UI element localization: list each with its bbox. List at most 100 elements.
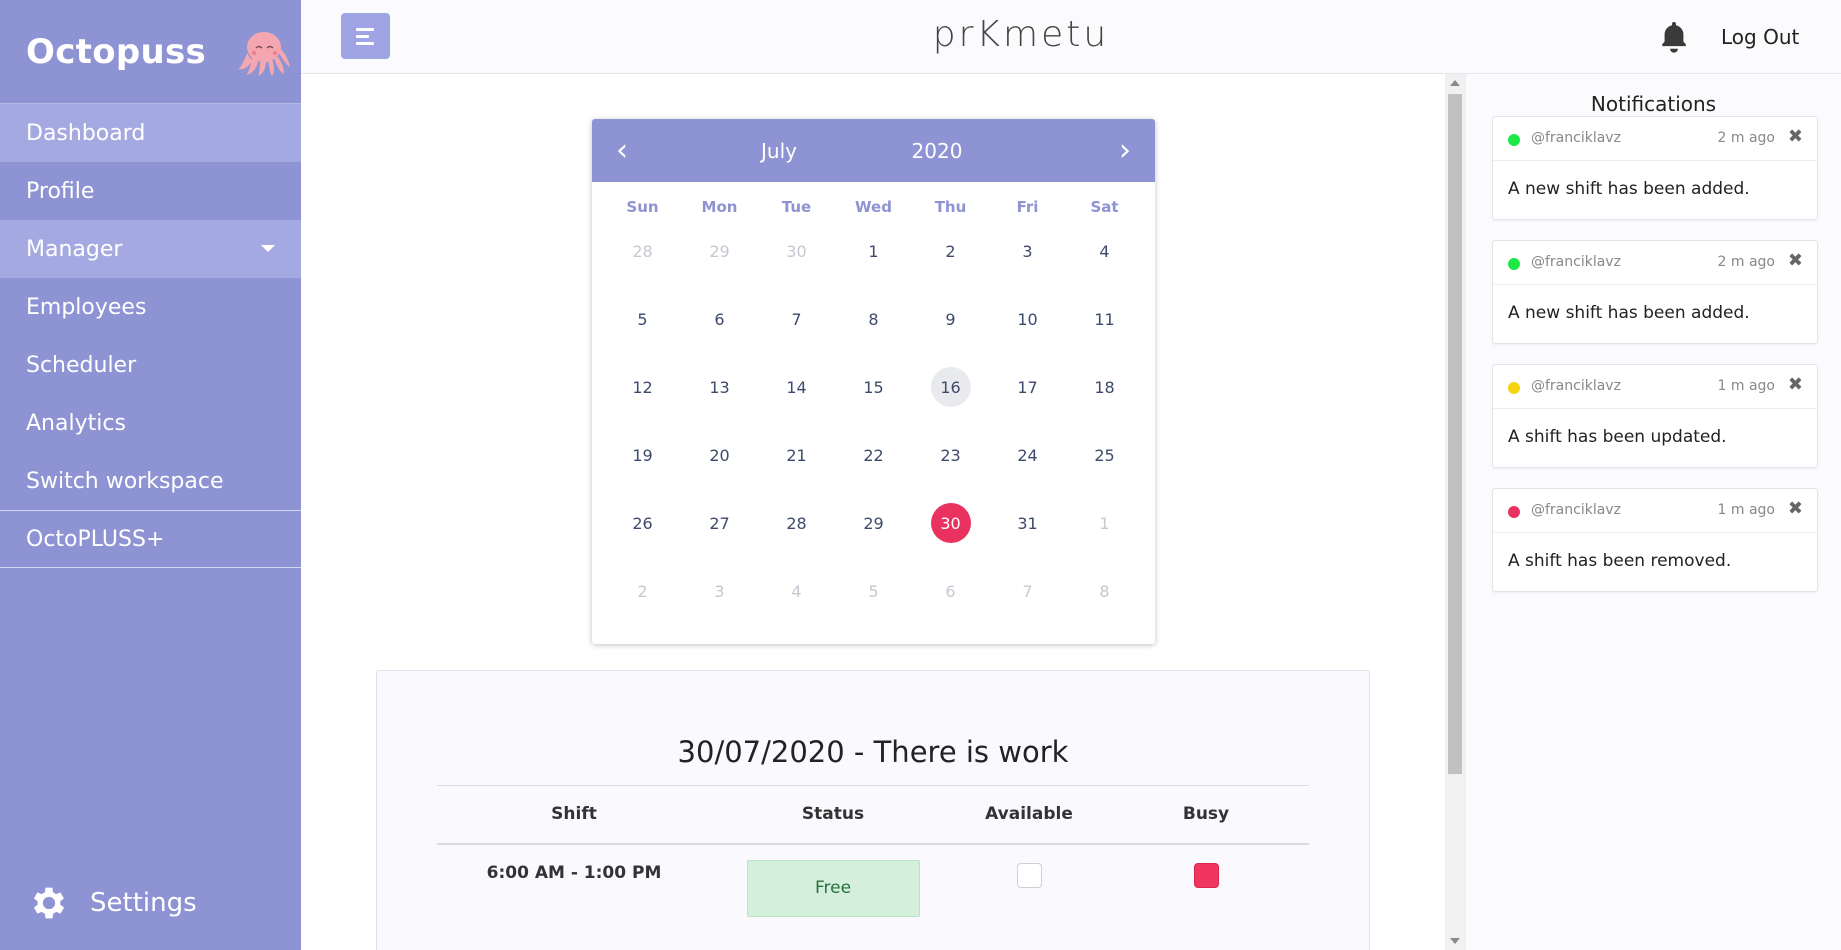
calendar-day[interactable]: 29 bbox=[681, 230, 758, 272]
sidebar-item-switch-workspace[interactable]: Switch workspace bbox=[0, 452, 301, 510]
notification-card: @franciklavz 1 m ago ✖ A shift has been … bbox=[1492, 488, 1818, 592]
sidebar-item-dashboard[interactable]: Dashboard bbox=[0, 104, 301, 162]
calendar-day[interactable]: 4 bbox=[1066, 230, 1143, 272]
column-header-status: Status bbox=[711, 785, 955, 845]
column-header-shift: Shift bbox=[437, 785, 711, 845]
calendar-day[interactable]: 30 bbox=[912, 502, 989, 544]
calendar-day[interactable]: 28 bbox=[758, 502, 835, 544]
calendar-day[interactable]: 6 bbox=[681, 298, 758, 340]
calendar-day-number: 16 bbox=[930, 367, 971, 407]
calendar-day[interactable]: 17 bbox=[989, 366, 1066, 408]
available-checkbox[interactable] bbox=[1016, 862, 1042, 888]
scroll-up-arrow-icon[interactable] bbox=[1450, 80, 1460, 86]
sidebar-item-manager[interactable]: Manager bbox=[0, 220, 301, 278]
calendar-day[interactable]: 2 bbox=[604, 570, 681, 612]
notification-user[interactable]: @franciklavz bbox=[1531, 254, 1621, 270]
calendar-day[interactable]: 6 bbox=[912, 570, 989, 612]
calendar-day[interactable]: 26 bbox=[604, 502, 681, 544]
calendar-day[interactable]: 4 bbox=[758, 570, 835, 612]
scroll-down-arrow-icon[interactable] bbox=[1450, 938, 1460, 944]
close-icon[interactable]: ✖ bbox=[1788, 374, 1803, 395]
sidebar-item-label: Switch workspace bbox=[26, 468, 224, 494]
scroll-thumb[interactable] bbox=[1448, 94, 1462, 774]
day-panel: 30/07/2020 - There is work Shift Status … bbox=[376, 670, 1370, 950]
sidebar-item-analytics[interactable]: Analytics bbox=[0, 394, 301, 452]
calendar-day[interactable]: 3 bbox=[681, 570, 758, 612]
calendar-month[interactable]: July bbox=[729, 139, 829, 163]
logout-button[interactable]: Log Out bbox=[1721, 25, 1799, 49]
calendar-day[interactable]: 27 bbox=[681, 502, 758, 544]
sidebar-item-scheduler[interactable]: Scheduler bbox=[0, 336, 301, 394]
calendar-day-number: 27 bbox=[709, 513, 730, 533]
calendar-day[interactable]: 11 bbox=[1066, 298, 1143, 340]
calendar-day[interactable]: 5 bbox=[835, 570, 912, 612]
sidebar-item-profile[interactable]: Profile bbox=[0, 162, 301, 220]
shift-table: Shift Status Available Busy 6:00 AM - 1:… bbox=[437, 785, 1309, 917]
notification-message: A new shift has been added. bbox=[1508, 303, 1750, 323]
busy-checkbox[interactable] bbox=[1193, 862, 1219, 888]
weekday-label: Thu bbox=[934, 198, 967, 216]
shift-time: 6:00 AM - 1:00 PM bbox=[486, 862, 662, 883]
notification-user[interactable]: @franciklavz bbox=[1531, 378, 1621, 394]
calendar-year[interactable]: 2020 bbox=[892, 139, 982, 163]
close-icon[interactable]: ✖ bbox=[1788, 498, 1803, 519]
prev-month-button[interactable]: ‹ bbox=[616, 133, 628, 168]
status-badge[interactable]: Free bbox=[746, 859, 920, 917]
next-month-button[interactable]: › bbox=[1119, 133, 1131, 168]
notification-user[interactable]: @franciklavz bbox=[1531, 502, 1621, 518]
calendar-day[interactable]: 12 bbox=[604, 366, 681, 408]
calendar-day[interactable]: 3 bbox=[989, 230, 1066, 272]
sidebar-item-octopluss[interactable]: OctoPLUSS+ bbox=[0, 510, 301, 568]
calendar-day[interactable]: 2 bbox=[912, 230, 989, 272]
calendar-day[interactable]: 18 bbox=[1066, 366, 1143, 408]
calendar-day[interactable]: 13 bbox=[681, 366, 758, 408]
weekday-label: Wed bbox=[855, 198, 892, 216]
calendar-day[interactable]: 19 bbox=[604, 434, 681, 476]
bell-icon[interactable] bbox=[1658, 20, 1690, 54]
calendar-day-number: 29 bbox=[709, 241, 730, 261]
main-scrollbar[interactable] bbox=[1445, 74, 1465, 950]
calendar-day-number: 10 bbox=[1017, 309, 1038, 329]
calendar-day[interactable]: 23 bbox=[912, 434, 989, 476]
calendar-day[interactable]: 5 bbox=[604, 298, 681, 340]
calendar-day[interactable]: 24 bbox=[989, 434, 1066, 476]
octopus-logo-icon bbox=[238, 31, 291, 76]
calendar-day[interactable]: 7 bbox=[758, 298, 835, 340]
close-icon[interactable]: ✖ bbox=[1788, 250, 1803, 271]
calendar-day[interactable]: 29 bbox=[835, 502, 912, 544]
sidebar-item-employees[interactable]: Employees bbox=[0, 278, 301, 336]
caret-down-icon bbox=[261, 245, 275, 252]
calendar-day[interactable]: 1 bbox=[835, 230, 912, 272]
calendar-day[interactable]: 14 bbox=[758, 366, 835, 408]
calendar-day-number: 5 bbox=[868, 581, 879, 601]
close-icon[interactable]: ✖ bbox=[1788, 126, 1803, 147]
calendar-day[interactable]: 8 bbox=[1066, 570, 1143, 612]
calendar-day[interactable]: 30 bbox=[758, 230, 835, 272]
calendar-day[interactable]: 28 bbox=[604, 230, 681, 272]
calendar-day[interactable]: 1 bbox=[1066, 502, 1143, 544]
sidebar-item-label: Manager bbox=[26, 236, 123, 262]
sidebar-item-label: Profile bbox=[26, 178, 95, 204]
calendar-day[interactable]: 21 bbox=[758, 434, 835, 476]
notification-card: @franciklavz 2 m ago ✖ A new shift has b… bbox=[1492, 116, 1818, 220]
calendar-day[interactable]: 8 bbox=[835, 298, 912, 340]
calendar-day-number: 1 bbox=[1099, 513, 1110, 533]
notification-message: A shift has been updated. bbox=[1508, 427, 1727, 447]
calendar-day[interactable]: 7 bbox=[989, 570, 1066, 612]
calendar-day[interactable]: 15 bbox=[835, 366, 912, 408]
calendar-day[interactable]: 22 bbox=[835, 434, 912, 476]
calendar-day[interactable]: 20 bbox=[681, 434, 758, 476]
settings-link[interactable]: Settings bbox=[28, 882, 197, 924]
calendar-day[interactable]: 9 bbox=[912, 298, 989, 340]
page-title: prKmetu bbox=[932, 14, 1110, 55]
calendar-day-number: 8 bbox=[1099, 581, 1110, 601]
notification-time: 1 m ago bbox=[1717, 378, 1775, 394]
calendar-day-number: 9 bbox=[945, 309, 956, 329]
calendar-header: ‹ July 2020 › bbox=[592, 119, 1155, 182]
calendar-day[interactable]: 25 bbox=[1066, 434, 1143, 476]
calendar-day[interactable]: 10 bbox=[989, 298, 1066, 340]
notification-user[interactable]: @franciklavz bbox=[1531, 130, 1621, 146]
calendar-day[interactable]: 16 bbox=[912, 366, 989, 408]
calendar-day[interactable]: 31 bbox=[989, 502, 1066, 544]
status-dot bbox=[1508, 506, 1520, 518]
